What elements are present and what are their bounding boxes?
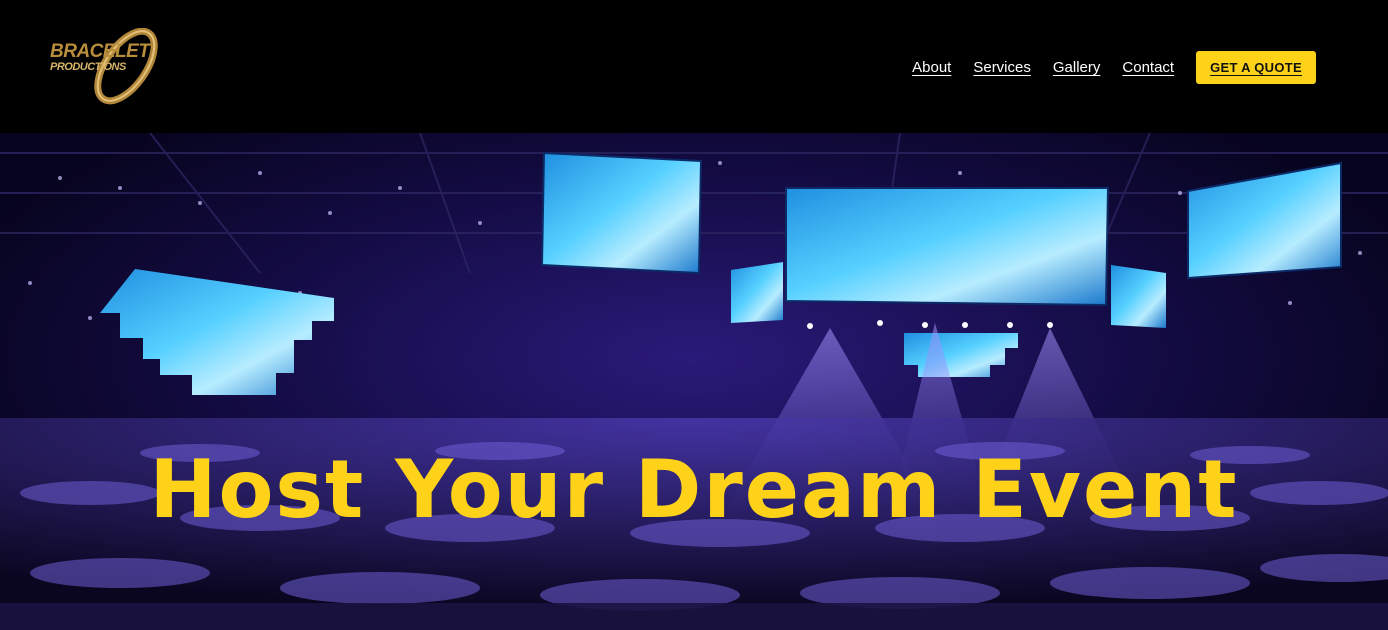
event-hall-image: [0, 133, 1388, 630]
brand-logo[interactable]: BRACELET PRODUCTIONS: [48, 28, 164, 108]
logo-wordmark: BRACELET PRODUCTIONS: [50, 41, 150, 73]
get-a-quote-button[interactable]: GET A QUOTE: [1196, 51, 1316, 84]
hero-section: Host Your Dream Event: [0, 133, 1388, 630]
nav-link-contact[interactable]: Contact: [1122, 59, 1174, 76]
logo-line2: PRODUCTIONS: [50, 61, 126, 73]
logo-line1: BRACELET: [50, 41, 150, 62]
site-header: BRACELET PRODUCTIONS About Services Gall…: [0, 0, 1388, 133]
nav-link-gallery[interactable]: Gallery: [1053, 59, 1101, 76]
nav-link-services[interactable]: Services: [973, 59, 1031, 76]
nav-link-about[interactable]: About: [912, 59, 951, 76]
main-nav: About Services Gallery Contact GET A QUO…: [912, 51, 1338, 84]
hero-headline: Host Your Dream Event: [149, 443, 1239, 536]
